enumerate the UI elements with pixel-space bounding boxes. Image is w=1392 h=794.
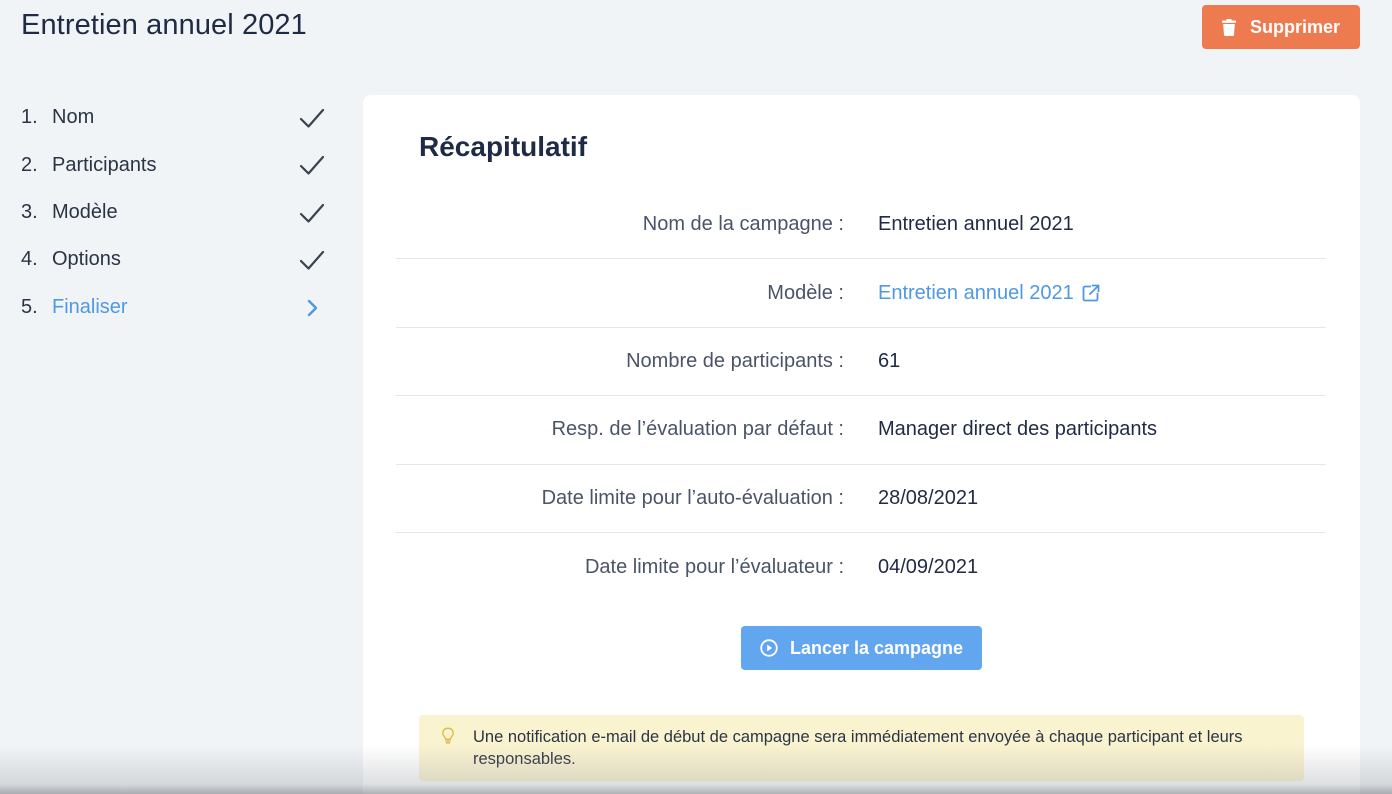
launch-campaign-button[interactable]: Lancer la campagne (741, 626, 982, 670)
notification-notice: Une notification e-mail de début de camp… (419, 715, 1304, 781)
summary-row-default-evaluator: Resp. de l’évaluation par défaut : Manag… (396, 396, 1326, 465)
lightbulb-icon (442, 727, 454, 744)
check-icon (299, 251, 325, 270)
check-icon (299, 108, 325, 128)
step-label: Finaliser (52, 295, 128, 318)
play-circle-icon (760, 639, 778, 657)
trash-icon (1221, 18, 1236, 36)
row-value: 04/09/2021 (878, 555, 979, 578)
step-number: 3. (21, 200, 38, 223)
wizard-steps: 1. Nom 2. Participants 3. Modèle 4. Opti… (21, 94, 331, 331)
step-number: 4. (21, 248, 38, 271)
step-label: Modèle (52, 200, 118, 223)
summary-list: Nom de la campagne : Entretien annuel 20… (396, 191, 1326, 601)
delete-button-label: Supprimer (1249, 16, 1341, 37)
row-value: Entretien annuel 2021 (878, 213, 1074, 236)
step-label: Nom (52, 106, 95, 129)
step-number: 5. (21, 295, 38, 318)
step-participants[interactable]: 2. Participants (21, 141, 331, 188)
summary-title: Récapitulatif (419, 131, 588, 162)
model-link[interactable]: Entretien annuel 2021 (878, 282, 1100, 305)
row-label: Nom de la campagne : (642, 213, 844, 236)
summary-row-campaign-name: Nom de la campagne : Entretien annuel 20… (396, 191, 1326, 260)
row-label: Modèle : (767, 281, 844, 304)
launch-campaign-label: Lancer la campagne (789, 637, 964, 658)
step-options[interactable]: 4. Options (21, 236, 331, 283)
summary-row-evaluator-deadline: Date limite pour l’évaluateur : 04/09/20… (396, 533, 1326, 601)
step-label: Participants (52, 153, 157, 176)
row-value: 28/08/2021 (878, 486, 979, 509)
row-label: Date limite pour l’évaluateur : (584, 555, 844, 578)
step-number: 2. (21, 153, 38, 176)
delete-button[interactable]: Supprimer (1202, 5, 1360, 49)
model-link-label: Entretien annuel 2021 (878, 281, 1074, 304)
check-icon (299, 156, 325, 175)
summary-row-model: Modèle : Entretien annuel 2021 (396, 259, 1326, 328)
external-link-icon (1082, 284, 1100, 302)
summary-row-participants: Nombre de participants : 61 (396, 328, 1326, 397)
page: Entretien annuel 2021 Supprimer 1. Nom 2… (0, 0, 1392, 794)
check-icon (299, 203, 325, 223)
row-label: Resp. de l’évaluation par défaut : (551, 418, 844, 441)
notice-text: Une notification e-mail de début de camp… (473, 728, 1243, 768)
step-nom[interactable]: 1. Nom (21, 94, 331, 141)
step-label: Options (52, 248, 121, 271)
page-title: Entretien annuel 2021 (21, 9, 307, 41)
row-label: Nombre de participants : (626, 349, 844, 372)
summary-row-self-eval-deadline: Date limite pour l’auto-évaluation : 28/… (396, 465, 1326, 533)
step-finaliser[interactable]: 5. Finaliser (21, 284, 331, 331)
summary-card: Récapitulatif Nom de la campagne : Entre… (363, 95, 1360, 794)
row-value: Manager direct des participants (878, 418, 1158, 441)
chevron-right-icon (307, 299, 318, 316)
row-value: 61 (878, 349, 901, 372)
step-number: 1. (21, 106, 38, 129)
step-modele[interactable]: 3. Modèle (21, 189, 331, 236)
row-label: Date limite pour l’auto-évaluation : (541, 486, 844, 509)
